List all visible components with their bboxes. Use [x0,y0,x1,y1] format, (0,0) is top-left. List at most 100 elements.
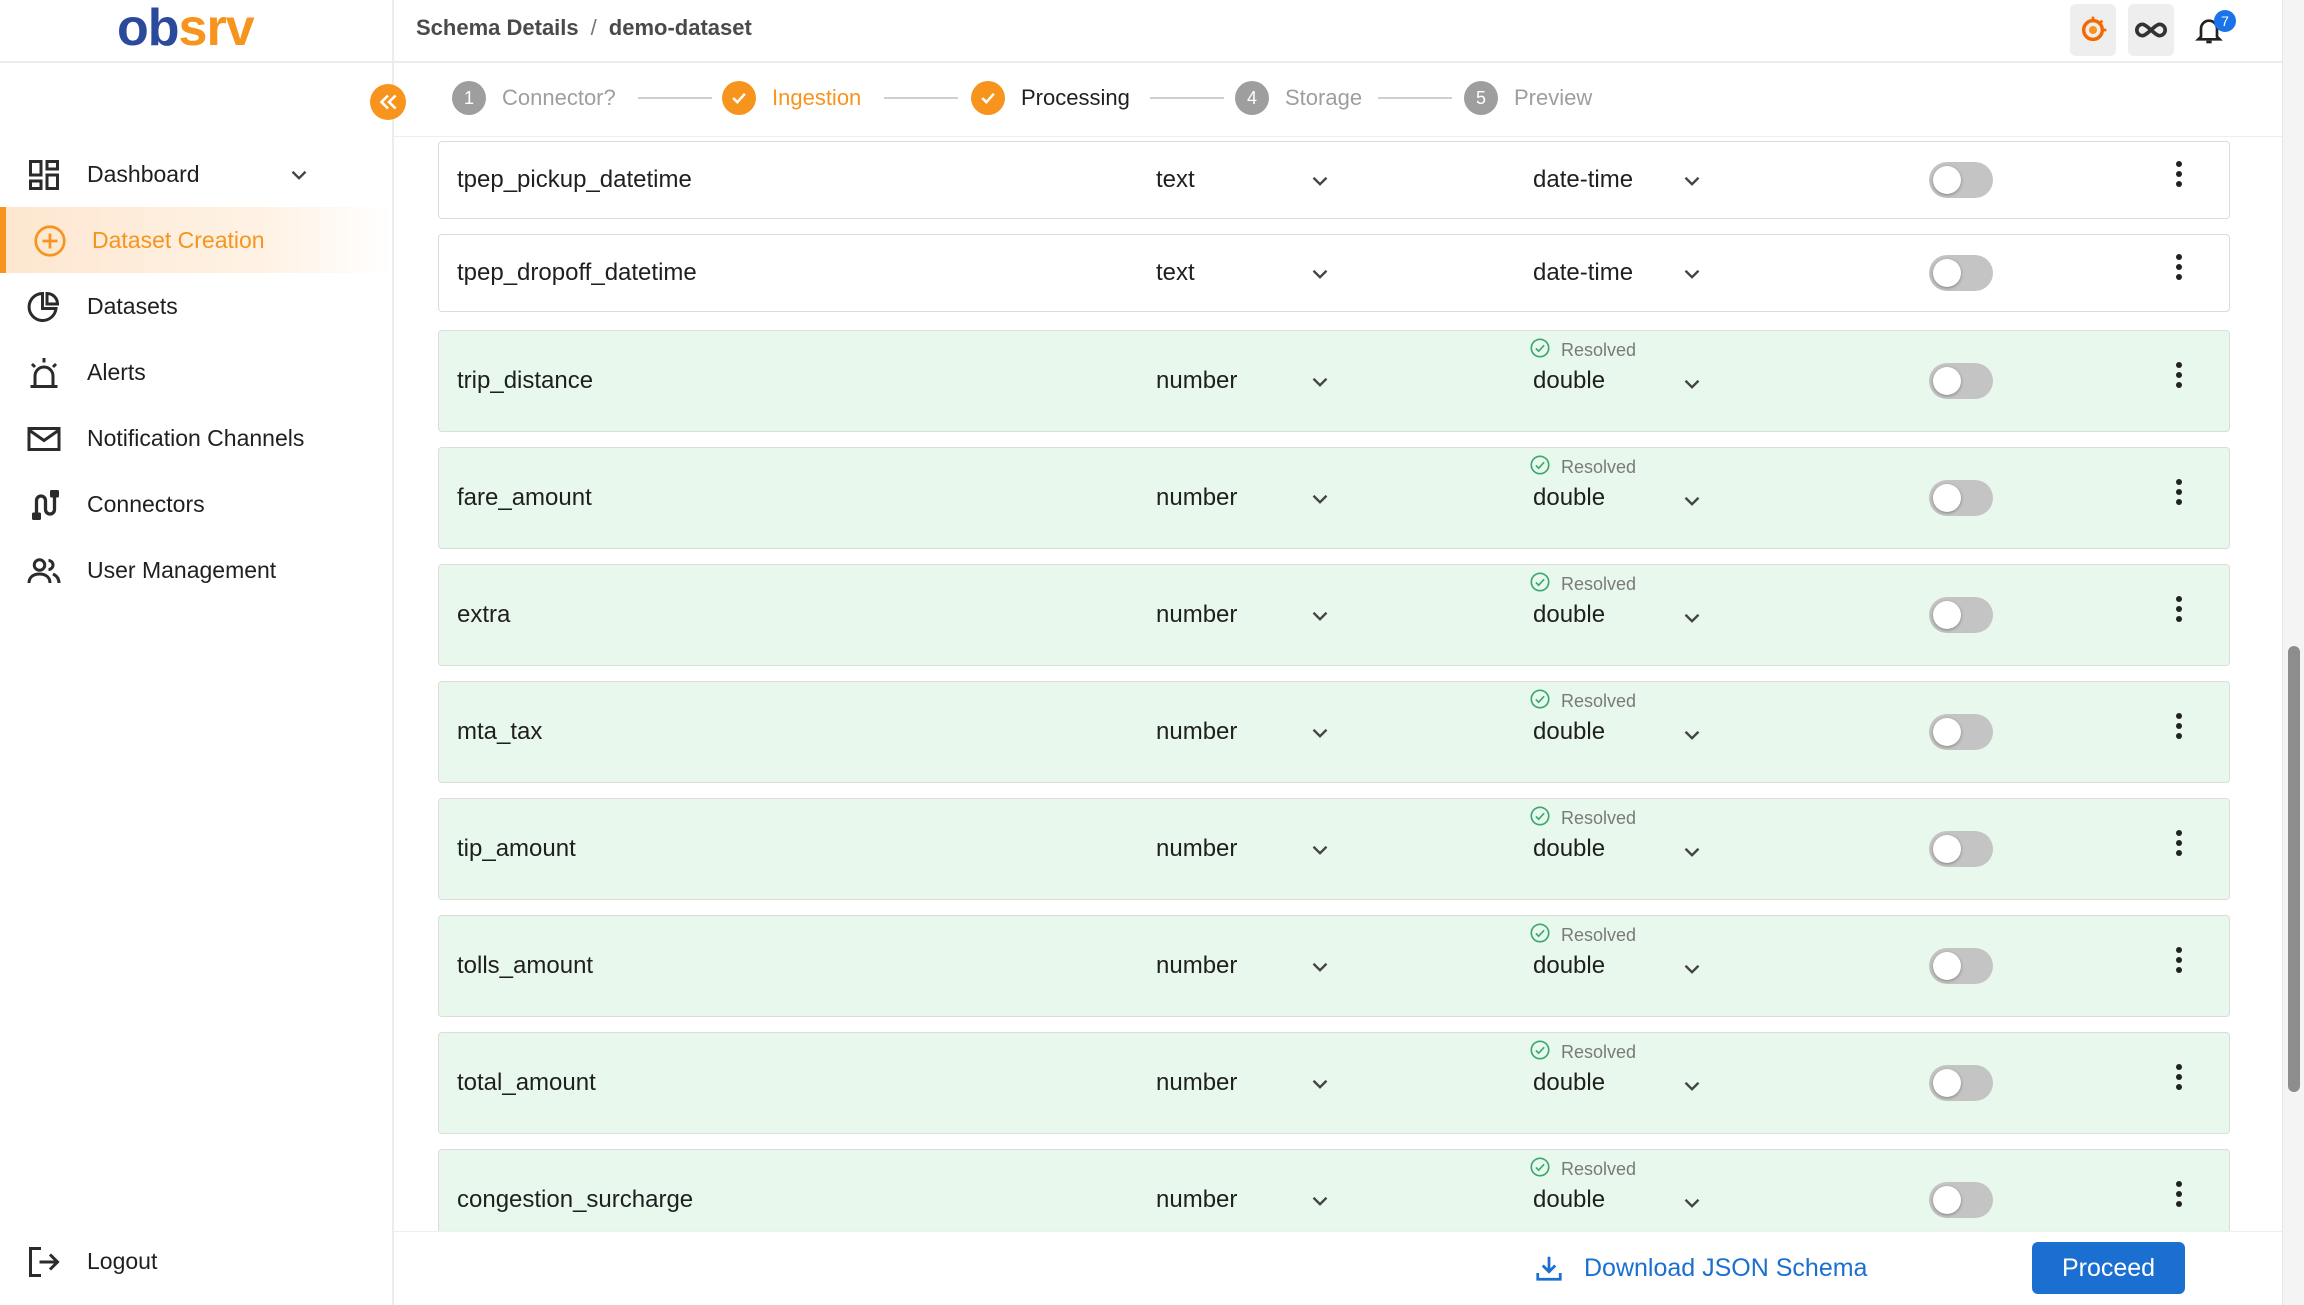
footer-bar: Download JSON Schema Proceed [394,1231,2282,1305]
format-select[interactable]: double [1533,718,1605,746]
data-type-select[interactable]: number [1156,1069,1237,1097]
download-json-schema-button[interactable]: Download JSON Schema [1534,1246,1867,1290]
proceed-button[interactable]: Proceed [2032,1242,2185,1294]
obsrv-logo[interactable]: obsrv [117,0,255,57]
data-type-select[interactable]: number [1156,484,1237,512]
sidebar-item-alerts[interactable]: Alerts [0,339,392,405]
resolved-label: Resolved [1561,1159,1637,1179]
chevron-down-icon[interactable] [1307,1188,1333,1214]
chevron-down-icon[interactable] [1679,722,1705,748]
chevron-down-icon[interactable] [1679,1190,1705,1216]
chevron-down-icon[interactable] [1307,954,1333,980]
sidebar-item-connectors[interactable]: Connectors [0,471,392,537]
step-label: Preview [1514,85,1593,110]
data-type-select[interactable]: number [1156,952,1237,980]
format-select[interactable]: double [1533,835,1605,863]
chevron-down-icon[interactable] [1307,168,1333,194]
step-ingestion[interactable]: Ingestion [722,81,861,115]
chevron-down-icon[interactable] [1679,168,1705,194]
chevron-down-icon[interactable] [1679,261,1705,287]
required-toggle[interactable] [1929,162,1993,198]
more-vert-icon[interactable] [2167,942,2191,978]
format-select[interactable]: double [1533,484,1605,512]
scrollbar[interactable] [2282,0,2304,1305]
step-preview[interactable]: 5 Preview [1464,81,1592,115]
data-type-select[interactable]: text [1156,259,1195,287]
chevron-down-icon[interactable] [1679,488,1705,514]
required-toggle[interactable] [1929,363,1993,399]
schema-row: tpep_dropoff_datetime text date-time [438,234,2230,312]
step-processing[interactable]: Processing [971,81,1130,115]
logout-button[interactable]: Logout [0,1228,392,1294]
sidebar-item-dashboard[interactable]: Dashboard [0,141,392,207]
toggle-knob [1933,367,1961,395]
format-select[interactable]: double [1533,952,1605,980]
chevron-down-icon[interactable] [1679,956,1705,982]
required-toggle[interactable] [1929,831,1993,867]
infinity-button[interactable] [2128,4,2174,56]
step-connector-line [1378,97,1452,99]
chevron-down-icon[interactable] [1307,261,1333,287]
required-toggle[interactable] [1929,480,1993,516]
more-vert-icon[interactable] [2167,825,2191,861]
required-toggle[interactable] [1929,1182,1993,1218]
chevron-down-icon[interactable] [1679,839,1705,865]
more-vert-icon[interactable] [2167,156,2191,192]
required-toggle[interactable] [1929,597,1993,633]
sidebar-item-label: Connectors [87,490,205,517]
check-circle-icon [1529,805,1551,832]
sidebar-item-datasets[interactable]: Datasets [0,273,392,339]
more-vert-icon[interactable] [2167,591,2191,627]
chevron-down-icon[interactable] [1307,369,1333,395]
collapse-sidebar-button[interactable] [370,84,406,120]
required-toggle[interactable] [1929,1065,1993,1101]
chevron-down-icon[interactable] [1679,371,1705,397]
more-vert-icon[interactable] [2167,1176,2191,1212]
check-icon [722,81,756,115]
chevron-down-icon[interactable] [1307,486,1333,512]
scrollbar-thumb[interactable] [2288,646,2300,1092]
data-type-select[interactable]: number [1156,718,1237,746]
format-select[interactable]: double [1533,1069,1605,1097]
format-select[interactable]: date-time [1533,166,1633,194]
more-vert-icon[interactable] [2167,474,2191,510]
chevron-down-icon[interactable] [1679,1073,1705,1099]
breadcrumb-item[interactable]: Schema Details [416,15,579,41]
format-select[interactable]: date-time [1533,259,1633,287]
required-toggle[interactable] [1929,255,1993,291]
data-type-select[interactable]: text [1156,166,1195,194]
more-vert-icon[interactable] [2167,708,2191,744]
schema-row: tpep_pickup_datetime text date-time [438,141,2230,219]
grafana-button[interactable] [2070,4,2116,56]
chevron-down-icon[interactable] [1307,837,1333,863]
format-select[interactable]: double [1533,601,1605,629]
field-name: tpep_pickup_datetime [457,166,692,193]
more-vert-icon[interactable] [2167,249,2191,285]
data-type-select[interactable]: number [1156,835,1237,863]
check-circle-icon [1529,571,1551,598]
data-type-select[interactable]: number [1156,601,1237,629]
sidebar-item-notification-channels[interactable]: Notification Channels [0,405,392,471]
step-storage[interactable]: 4 Storage [1235,81,1362,115]
data-type-select[interactable]: number [1156,367,1237,395]
sidebar-item-user-management[interactable]: User Management [0,537,392,603]
notifications-button[interactable]: 7 [2186,4,2236,56]
sidebar-item-dataset-creation[interactable]: Dataset Creation [0,207,392,273]
chevron-down-icon[interactable] [1307,720,1333,746]
format-select[interactable]: double [1533,367,1605,395]
chevron-down-icon[interactable] [1679,605,1705,631]
chevron-down-icon[interactable] [1307,1071,1333,1097]
required-toggle[interactable] [1929,948,1993,984]
data-type-select[interactable]: number [1156,1186,1237,1214]
chevron-down-icon[interactable] [1307,603,1333,629]
alarm-icon [26,355,62,391]
more-vert-icon[interactable] [2167,1059,2191,1095]
step-connector-line [1150,97,1224,99]
more-vert-icon[interactable] [2167,357,2191,393]
field-name: extra [457,601,511,628]
chevron-down-icon[interactable] [286,162,312,188]
field-name: total_amount [457,1069,596,1096]
format-select[interactable]: double [1533,1186,1605,1214]
step-connector[interactable]: 1 Connector? [452,81,616,115]
required-toggle[interactable] [1929,714,1993,750]
